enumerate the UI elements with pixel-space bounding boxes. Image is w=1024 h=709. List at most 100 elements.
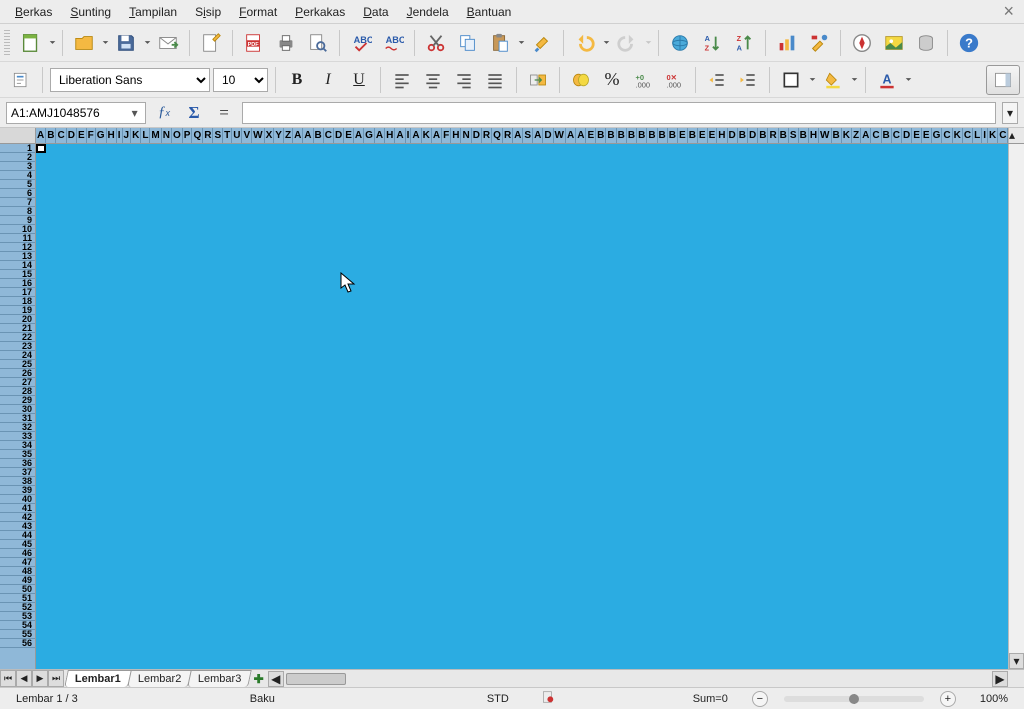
fontcolor-dropdown[interactable] [904,76,912,83]
close-window-icon[interactable]: × [999,1,1018,22]
zoom-slider[interactable] [784,696,924,702]
sum-indicator[interactable]: Sum=0 [685,693,736,705]
cut-button[interactable] [421,28,451,58]
horizontal-scrollbar[interactable]: ◀ ▶ [268,670,1008,687]
font-size-select[interactable]: 10 [213,68,268,92]
scroll-up-icon[interactable]: ▴ [1008,128,1024,143]
export-pdf-button[interactable]: PDF [239,28,269,58]
new-document-button[interactable] [16,28,46,58]
help-button[interactable]: ? [954,28,984,58]
email-button[interactable] [153,28,183,58]
styles-button[interactable] [7,66,35,94]
menu-bantuan[interactable]: Bantuan [458,3,521,21]
select-all-corner[interactable] [0,128,36,144]
menu-perkakas[interactable]: Perkakas [286,3,354,21]
merge-cells-button[interactable] [524,66,552,94]
open-dropdown[interactable] [101,39,109,46]
print-preview-button[interactable] [303,28,333,58]
menu-jendela[interactable]: Jendela [398,3,458,21]
sheet-indicator[interactable]: Lembar 1 / 3 [8,693,86,705]
sheet-tab[interactable]: Lembar3 [187,670,252,687]
cell-grid[interactable] [36,144,1008,669]
borders-button[interactable] [777,66,805,94]
open-button[interactable] [69,28,99,58]
borders-dropdown[interactable] [808,76,816,83]
name-box-dropdown-icon[interactable]: ▾ [128,106,141,120]
sheet-tab[interactable]: Lembar1 [64,670,131,687]
menu-sisip[interactable]: Sisip [186,3,230,21]
font-name-select[interactable]: Liberation Sans [50,68,210,92]
fontcolor-button[interactable]: A [873,66,901,94]
scroll-left-icon[interactable]: ◀ [268,671,284,687]
sort-desc-button[interactable]: ZA [729,28,759,58]
bgcolor-button[interactable] [819,66,847,94]
show-draw-button[interactable] [804,28,834,58]
decrease-indent-button[interactable] [703,66,731,94]
formula-input[interactable] [242,102,996,124]
print-button[interactable] [271,28,301,58]
page-style[interactable]: Baku [242,693,283,705]
remove-decimal-button[interactable]: 0✕.000 [660,66,688,94]
hyperlink-button[interactable] [665,28,695,58]
column-headers[interactable]: ABCDEFGHIJKLMNOPQRSTUVWXYZAABCDEAGAHAIAK… [36,128,1008,143]
undo-dropdown[interactable] [602,39,610,46]
align-center-button[interactable] [419,66,447,94]
spellcheck-button[interactable]: ABC [346,28,376,58]
redo-dropdown[interactable] [644,39,652,46]
chart-button[interactable] [772,28,802,58]
increase-indent-button[interactable] [734,66,762,94]
zoom-in-button[interactable]: + [940,691,956,707]
navigator-button[interactable] [847,28,877,58]
add-decimal-button[interactable]: +0.000 [629,66,657,94]
tab-prev-button[interactable]: ◀ [16,670,32,687]
vertical-scrollbar[interactable]: ▾ [1008,144,1024,669]
format-paintbrush-button[interactable] [527,28,557,58]
function-wizard-button[interactable]: ƒx [152,102,176,124]
align-justify-button[interactable] [481,66,509,94]
tab-first-button[interactable]: ⏮ [0,670,16,687]
auto-spellcheck-button[interactable]: ABC [378,28,408,58]
paste-dropdown[interactable] [517,39,525,46]
redo-button[interactable] [612,28,642,58]
currency-button[interactable] [567,66,595,94]
equals-button[interactable]: = [212,102,236,124]
zoom-level[interactable]: 100% [972,693,1016,705]
insert-mode[interactable]: STD [479,693,517,705]
gallery-button[interactable] [879,28,909,58]
tab-next-button[interactable]: ▶ [32,670,48,687]
add-sheet-button[interactable]: ✚ [250,670,268,687]
toolbar-handle[interactable] [4,30,10,56]
scroll-right-icon[interactable]: ▶ [992,671,1008,687]
name-box[interactable]: ▾ [6,102,146,124]
menu-format[interactable]: Format [230,3,286,21]
bold-button[interactable]: B [283,66,311,94]
sidepanel-button[interactable] [986,65,1020,95]
scroll-down-icon[interactable]: ▾ [1009,653,1024,669]
paste-button[interactable] [485,28,515,58]
sheet-tab[interactable]: Lembar2 [127,670,192,687]
formula-expand-button[interactable]: ▾ [1002,102,1018,124]
percent-button[interactable]: % [598,66,626,94]
bgcolor-dropdown[interactable] [850,76,858,83]
sum-button[interactable]: Σ [182,102,206,124]
menu-berkas[interactable]: Berkas [6,3,61,21]
zoom-out-button[interactable]: − [752,691,768,707]
copy-button[interactable] [453,28,483,58]
tab-last-button[interactable]: ⏭ [48,670,64,687]
align-left-button[interactable] [388,66,416,94]
edit-mode-button[interactable] [196,28,226,58]
sort-asc-button[interactable]: AZ [697,28,727,58]
menu-data[interactable]: Data [354,3,397,21]
signature-icon[interactable] [533,690,563,707]
align-right-button[interactable] [450,66,478,94]
italic-button[interactable]: I [314,66,342,94]
menu-tampilan[interactable]: Tampilan [120,3,186,21]
name-box-input[interactable] [11,106,128,120]
save-dropdown[interactable] [143,39,151,46]
datasources-button[interactable] [911,28,941,58]
new-dropdown[interactable] [48,39,56,46]
save-button[interactable] [111,28,141,58]
undo-button[interactable] [570,28,600,58]
underline-button[interactable]: U [345,66,373,94]
menu-sunting[interactable]: Sunting [61,3,120,21]
